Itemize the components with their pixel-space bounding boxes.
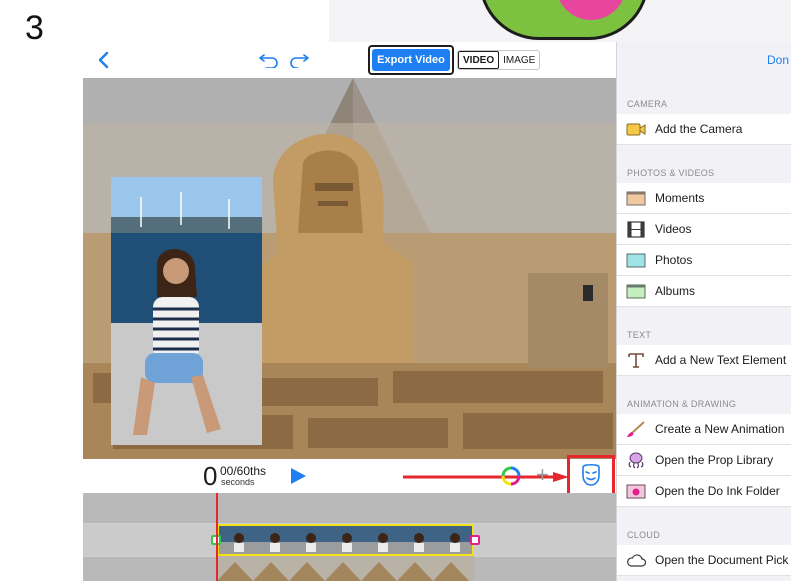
editor-toolbar: Export Video VIDEO IMAGE [83, 42, 616, 78]
menu-item-label: Create a New Animation [655, 422, 785, 436]
color-wheel-icon[interactable] [501, 466, 521, 486]
menu-item-label: Albums [655, 284, 696, 298]
export-video-button[interactable]: Export Video [372, 49, 450, 71]
menu-item-moments[interactable]: Moments [617, 183, 791, 214]
menu-item-label: Open the Do Ink Folder [655, 484, 780, 498]
menu-item-label: Videos [655, 222, 692, 236]
menu-item-document-picker[interactable]: Open the Document Pick [617, 545, 791, 576]
prop-mask-icon[interactable] [580, 463, 602, 487]
text-icon [628, 353, 644, 368]
menu-item-doink-folder[interactable]: Open the Do Ink Folder [617, 476, 791, 507]
section-header-text: TEXT [627, 330, 652, 340]
menu-item-albums[interactable]: Albums [617, 276, 791, 307]
menu-item-label: Open the Document Pick [655, 553, 789, 567]
menu-item-add-text[interactable]: Add a New Text Element [617, 345, 791, 376]
step-number: 3 [25, 9, 44, 47]
done-button[interactable]: Don [767, 53, 789, 67]
video-clip-filmstrip[interactable] [217, 524, 474, 556]
clip-end-handle[interactable] [470, 535, 480, 545]
device-top-fragment [329, 0, 791, 42]
redo-icon[interactable] [287, 49, 311, 71]
playback-bar: 0 00/60ths seconds + [83, 455, 616, 496]
camera-icon [626, 123, 646, 136]
timeline-tracks[interactable] [83, 493, 616, 581]
menu-item-prop-library[interactable]: Open the Prop Library [617, 445, 791, 476]
menu-item-label: Add a New Text Element [655, 353, 787, 367]
mode-video-option[interactable]: VIDEO [458, 51, 500, 69]
albums-folder-icon [626, 284, 646, 299]
octopus-icon [628, 452, 644, 469]
playhead-line[interactable] [216, 493, 218, 581]
background-clip-filmstrip[interactable] [217, 556, 474, 581]
brush-icon [627, 421, 645, 437]
menu-item-add-camera[interactable]: Add the Camera [617, 114, 791, 145]
time-unit-label: seconds [221, 477, 255, 487]
menu-item-photos[interactable]: Photos [617, 245, 791, 276]
undo-icon[interactable] [257, 49, 281, 71]
mode-image-option[interactable]: IMAGE [499, 51, 539, 69]
app-logo-fragment [479, 0, 649, 40]
add-content-panel: Don CAMERA Add the Camera PHOTOS & VIDEO… [616, 42, 791, 581]
girl-photo-layer[interactable] [111, 177, 262, 445]
back-chevron-icon[interactable] [91, 48, 115, 72]
stage-canvas[interactable] [83, 78, 616, 459]
doink-folder-icon [626, 484, 646, 499]
time-seconds: 0 [203, 461, 218, 491]
film-icon [627, 221, 645, 238]
time-frame-fraction: 00/60ths [220, 464, 267, 478]
output-mode-toggle: VIDEO IMAGE [457, 50, 541, 70]
play-icon[interactable] [289, 467, 307, 485]
photos-folder-icon [626, 253, 646, 268]
menu-item-label: Moments [655, 191, 705, 205]
menu-item-label: Photos [655, 253, 693, 267]
section-header-photos-videos: PHOTOS & VIDEOS [627, 168, 715, 178]
moments-folder-icon [626, 191, 646, 206]
cloud-icon [627, 554, 646, 567]
menu-item-new-animation[interactable]: Create a New Animation [617, 414, 791, 445]
section-header-camera: CAMERA [627, 99, 668, 109]
menu-item-label: Open the Prop Library [655, 453, 774, 467]
section-header-cloud: CLOUD [627, 530, 661, 540]
add-layer-plus-icon[interactable]: + [536, 463, 549, 487]
menu-item-label: Add the Camera [655, 122, 743, 136]
menu-item-videos[interactable]: Videos [617, 214, 791, 245]
section-header-animation: ANIMATION & DRAWING [627, 399, 737, 409]
